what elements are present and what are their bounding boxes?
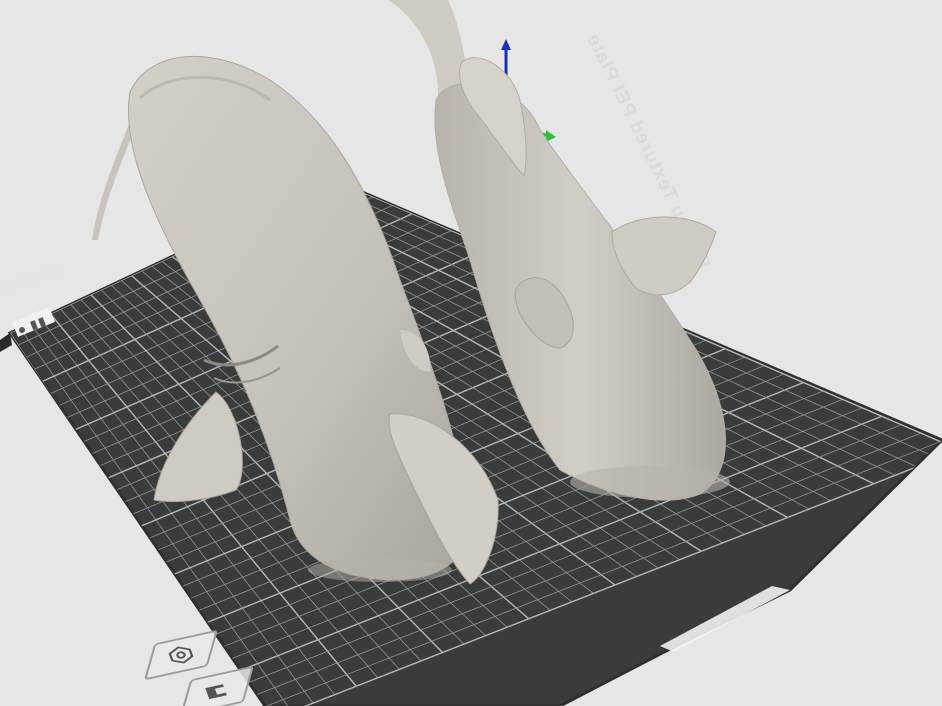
3d-viewport[interactable]: Bambu Textured PEI Plate <box>0 0 942 706</box>
arrange-icon <box>205 684 227 700</box>
plate-side-tab <box>0 333 12 352</box>
scene-canvas[interactable]: Bambu Textured PEI Plate <box>0 0 942 706</box>
auto-orient-icon <box>168 646 194 664</box>
